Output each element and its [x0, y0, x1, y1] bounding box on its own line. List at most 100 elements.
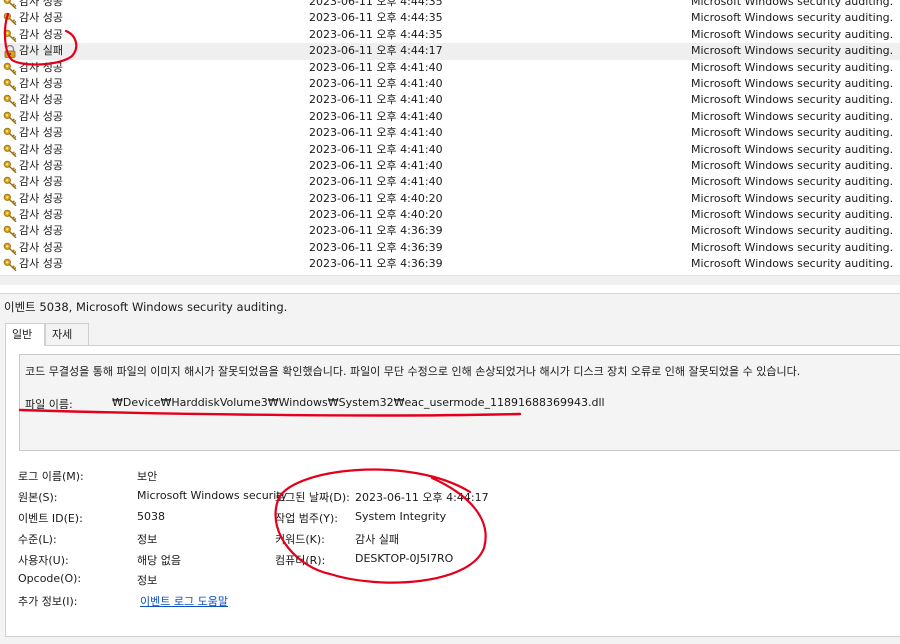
event-level-cell: 감사 성공 [19, 175, 63, 189]
key-icon [3, 78, 17, 92]
horizontal-scrollbar[interactable] [0, 275, 900, 285]
key-icon [3, 242, 17, 255]
computer-value: DESKTOP-0J5I7RO [355, 552, 454, 565]
event-date-cell: 2023-06-11 오후 4:41:40 [309, 158, 443, 172]
event-source-cell: Microsoft Windows security auditing. [691, 240, 894, 254]
computer-label: 컴퓨터(R): [275, 554, 326, 567]
lock-icon [3, 44, 17, 59]
event-level-cell: 감사 성공 [19, 208, 63, 222]
event-level-cell: 감사 성공 [19, 191, 63, 205]
level-value: 정보 [137, 533, 158, 546]
event-row[interactable]: 감사 성공 2023-06-11 오후 4:40:20 Microsoft Wind… [0, 207, 900, 223]
task-category-value: System Integrity [355, 510, 447, 523]
key-icon [3, 111, 17, 124]
event-level-cell: 감사 성공 [19, 142, 63, 156]
event-source-cell: Microsoft Windows security auditing. [691, 76, 894, 90]
event-row[interactable]: 감사 성공 2023-06-11 오후 4:41:40 Microsoft Wind… [0, 76, 900, 92]
event-date-cell: 2023-06-11 오후 4:40:20 [309, 191, 443, 205]
event-log-help-link[interactable]: 이벤트 로그 도움말 [140, 593, 228, 609]
event-row[interactable]: 감사 성공 2023-06-11 오후 4:41:40 Microsoft Wind… [0, 60, 900, 76]
event-source-cell: Microsoft Windows security auditing. [691, 175, 894, 189]
event-list[interactable]: 감사 성공 2023-06-11 오후 4:44:35 Microsoft Wind… [0, 0, 900, 275]
event-date-cell: 2023-06-11 오후 4:41:40 [309, 126, 443, 140]
event-row[interactable]: 감사 성공 2023-06-11 오후 4:44:35 Microsoft Wind… [0, 27, 900, 43]
opcode-value: 정보 [137, 574, 158, 587]
key-icon [3, 258, 17, 272]
event-row[interactable]: 감사 성공 2023-06-11 오후 4:41:40 Microsoft Wind… [0, 158, 900, 174]
event-date-cell: 2023-06-11 오후 4:36:39 [309, 257, 443, 271]
event-level-cell: 감사 성공 [19, 76, 63, 90]
event-level-cell: 감사 성공 [19, 0, 63, 8]
event-row[interactable]: 감사 실패 2023-06-11 오후 4:44:17 Microsoft Wind… [0, 43, 900, 60]
event-level-cell: 감사 성공 [19, 126, 63, 140]
event-date-cell: 2023-06-11 오후 4:41:40 [309, 175, 443, 189]
event-date-cell: 2023-06-11 오후 4:40:20 [309, 208, 443, 222]
key-icon [3, 209, 17, 223]
event-row[interactable]: 감사 성공 2023-06-11 오후 4:36:39 Microsoft Wind… [0, 240, 900, 256]
event-level-cell: 감사 성공 [19, 11, 63, 25]
event-description-box[interactable]: 코드 무결성을 통해 파일의 이미지 해시가 잘못되었음을 확인했습니다. 파일… [19, 354, 900, 451]
key-icon [3, 94, 17, 108]
event-row[interactable]: 감사 성공 2023-06-11 오후 4:41:40 Microsoft Wind… [0, 125, 900, 141]
event-level-cell: 감사 성공 [19, 60, 63, 74]
event-level-cell: 감사 성공 [19, 93, 63, 107]
event-row[interactable]: 감사 성공 2023-06-11 오후 4:41:40 Microsoft Wind… [0, 109, 900, 125]
event-row[interactable]: 감사 성공 2023-06-11 오후 4:36:39 Microsoft Wind… [0, 256, 900, 272]
event-row[interactable]: 감사 성공 2023-06-11 오후 4:41:40 Microsoft Wind… [0, 174, 900, 190]
task-category-label: 작업 범주(Y): [275, 512, 338, 525]
event-row[interactable]: 감사 성공 2023-06-11 오후 4:41:40 Microsoft Wind… [0, 92, 900, 108]
event-id-value: 5038 [137, 510, 165, 523]
general-tab-panel: 코드 무결성을 통해 파일의 이미지 해시가 잘못되었음을 확인했습니다. 파일… [5, 345, 900, 637]
key-icon [3, 12, 17, 26]
event-source-cell: Microsoft Windows security auditing. [691, 126, 894, 140]
event-row[interactable]: 감사 성공 2023-06-11 오후 4:44:35 Microsoft Wind… [0, 10, 900, 26]
file-name-value: ₩Device₩HarddiskVolume3₩Windows₩System32… [112, 396, 605, 409]
event-row[interactable]: 감사 성공 2023-06-11 오후 4:44:35 Microsoft Wind… [0, 0, 900, 10]
event-date-cell: 2023-06-11 오후 4:44:35 [309, 11, 443, 25]
event-date-cell: 2023-06-11 오후 4:44:35 [309, 27, 443, 41]
logged-date-value: 2023-06-11 오후 4:44:17 [355, 491, 489, 504]
level-label: 수준(L): [18, 533, 57, 546]
event-row[interactable]: 감사 성공 2023-06-11 오후 4:41:40 Microsoft Wind… [0, 142, 900, 158]
event-source-cell: Microsoft Windows security auditing. [691, 109, 894, 123]
opcode-label: Opcode(O): [18, 572, 82, 585]
user-value: 해당 없음 [137, 554, 181, 567]
event-source-cell: Microsoft Windows security auditing. [691, 44, 894, 58]
keywords-value: 감사 실패 [355, 533, 399, 546]
key-icon [3, 225, 17, 239]
key-icon [3, 0, 17, 10]
event-date-cell: 2023-06-11 오후 4:41:40 [309, 60, 443, 74]
event-source-cell: Microsoft Windows security auditing. [691, 11, 894, 25]
tab-general[interactable]: 일반 [5, 323, 45, 346]
event-source-cell: Microsoft Windows security auditing. [691, 208, 894, 222]
event-row[interactable]: 감사 성공 2023-06-11 오후 4:36:39 Microsoft Wind… [0, 223, 900, 239]
event-detail-pane: 이벤트 5038, Microsoft Windows security aud… [0, 293, 900, 644]
event-date-cell: 2023-06-11 오후 4:36:39 [309, 240, 443, 254]
event-date-cell: 2023-06-11 오후 4:44:35 [309, 0, 443, 8]
event-source-cell: Microsoft Windows security auditing. [691, 191, 894, 205]
source-label: 원본(S): [18, 491, 58, 504]
more-info-label: 추가 정보(I): [18, 595, 78, 608]
event-date-cell: 2023-06-11 오후 4:44:17 [309, 44, 443, 58]
key-icon [3, 193, 17, 206]
event-source-cell: Microsoft Windows security auditing. [691, 0, 894, 8]
event-source-cell: Microsoft Windows security auditing. [691, 93, 894, 107]
event-rows: 감사 성공 2023-06-11 오후 4:44:35 Microsoft Wind… [0, 0, 900, 273]
event-detail-title: 이벤트 5038, Microsoft Windows security aud… [4, 300, 288, 314]
event-level-cell: 감사 성공 [19, 158, 63, 172]
key-icon [3, 62, 17, 75]
file-name-label: 파일 이름: [25, 398, 73, 411]
log-name-value: 보안 [137, 470, 158, 483]
user-label: 사용자(U): [18, 554, 69, 567]
event-date-cell: 2023-06-11 오후 4:41:40 [309, 109, 443, 123]
tab-details[interactable]: 자세히 [45, 323, 89, 362]
event-source-cell: Microsoft Windows security auditing. [691, 27, 894, 41]
key-icon [3, 127, 17, 141]
event-row[interactable]: 감사 성공 2023-06-11 오후 4:40:20 Microsoft Wind… [0, 191, 900, 207]
event-date-cell: 2023-06-11 오후 4:41:40 [309, 142, 443, 156]
event-source-cell: Microsoft Windows security auditing. [691, 158, 894, 172]
key-icon [3, 176, 17, 190]
event-level-cell: 감사 실패 [19, 44, 63, 58]
event-level-cell: 감사 성공 [19, 240, 63, 254]
key-icon [3, 29, 17, 42]
